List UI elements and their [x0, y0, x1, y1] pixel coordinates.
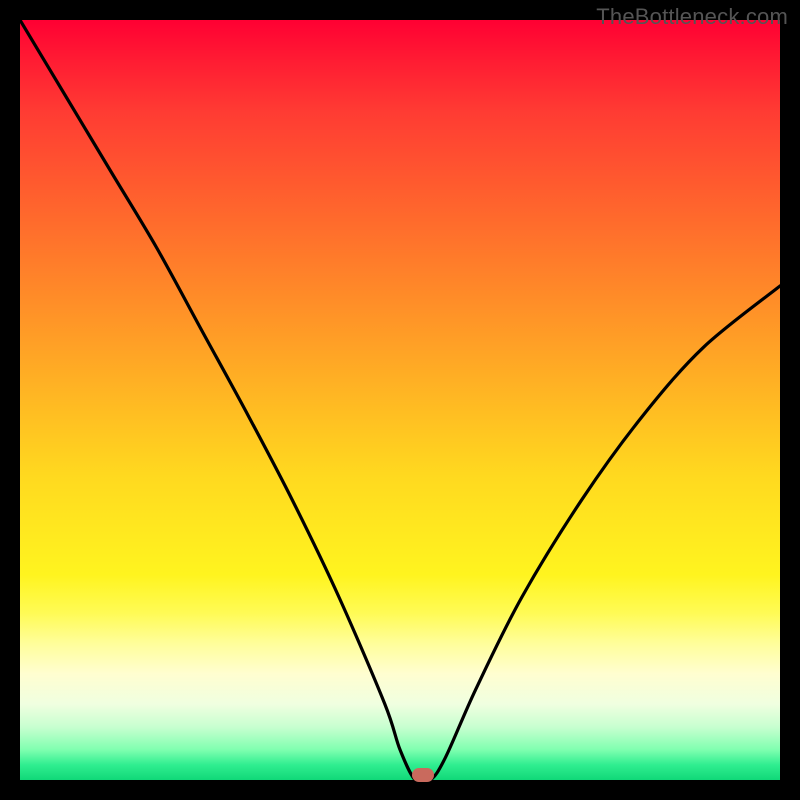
bottleneck-curve [20, 20, 780, 780]
watermark-text: TheBottleneck.com [596, 4, 788, 30]
optimal-point-marker [412, 768, 434, 782]
plot-gradient-area [20, 20, 780, 780]
